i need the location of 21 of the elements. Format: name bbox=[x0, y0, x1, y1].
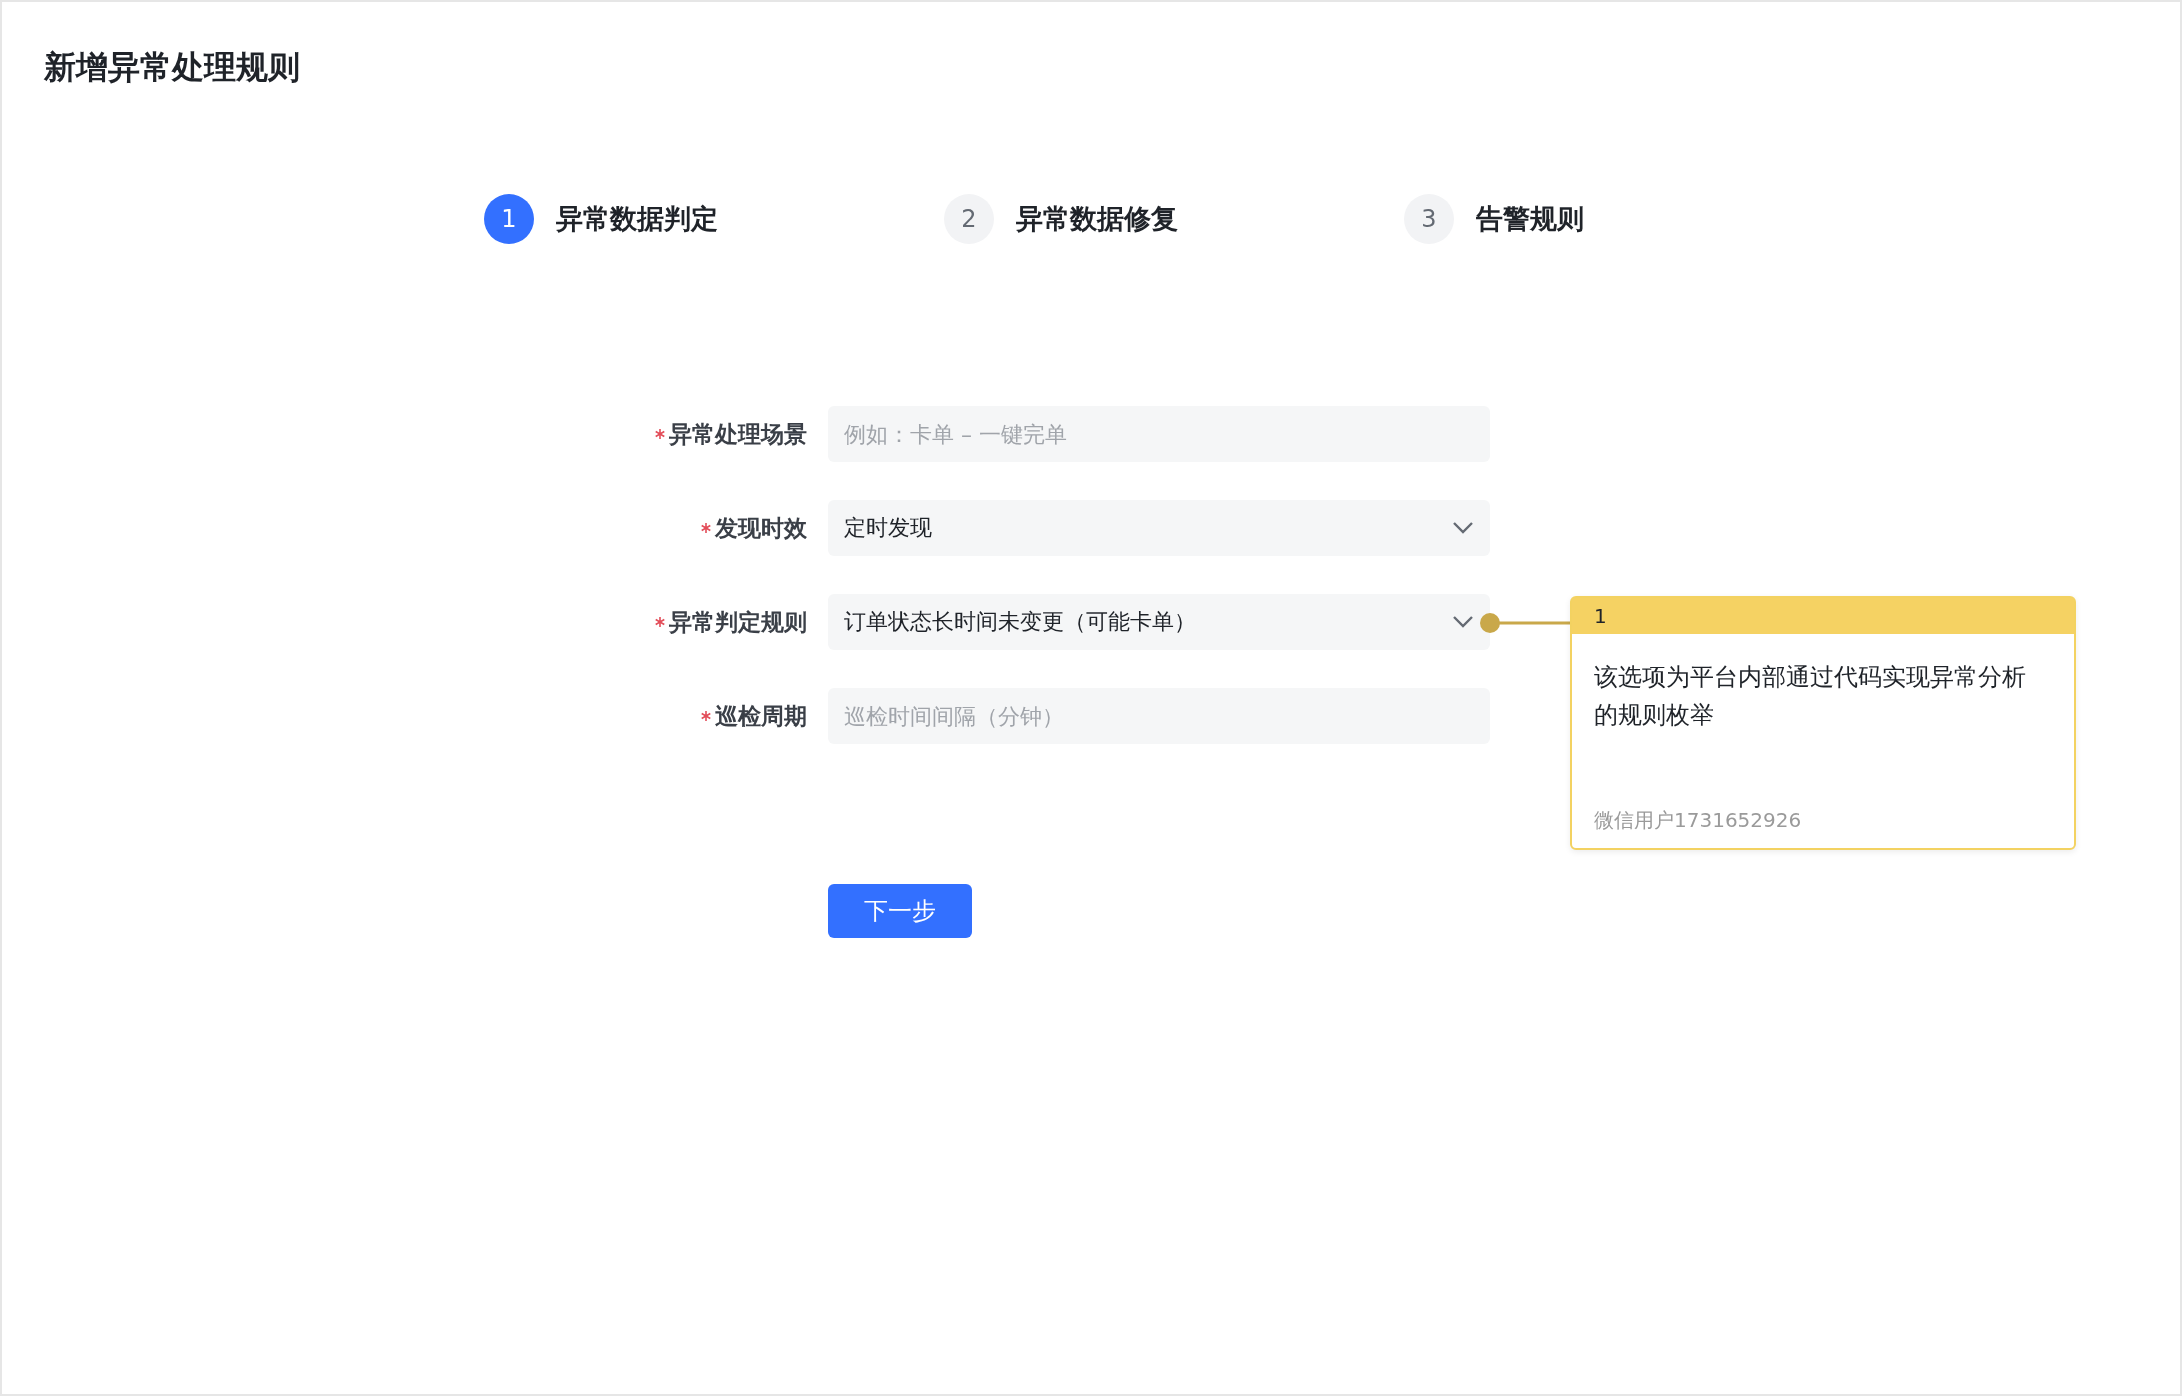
comment-text: 该选项为平台内部通过代码实现异常分析的规则枚举 bbox=[1594, 662, 2027, 731]
select-field[interactable]: 定时发现 bbox=[828, 500, 1490, 556]
text-field[interactable]: 巡检时间间隔（分钟） bbox=[828, 688, 1490, 744]
field-label: 巡检周期 bbox=[715, 701, 807, 731]
select-field[interactable]: 订单状态长时间未变更（可能卡单） bbox=[828, 594, 1490, 650]
comment-author: 微信用户1731652926 bbox=[1594, 807, 1803, 834]
chevron-down-icon bbox=[1452, 615, 1474, 629]
next-button[interactable]: 下一步 bbox=[828, 884, 972, 938]
step-label[interactable]: 告警规则 bbox=[1476, 201, 1584, 237]
step-number[interactable]: 1 bbox=[484, 194, 534, 244]
step-number[interactable]: 2 bbox=[944, 194, 994, 244]
page-title: 新增异常处理规则 bbox=[44, 47, 300, 88]
step-number[interactable]: 3 bbox=[1404, 194, 1454, 244]
text-field[interactable]: 例如：卡单 – 一键完单 bbox=[828, 406, 1490, 462]
chevron-down-icon bbox=[1452, 521, 1474, 535]
field-label: 异常处理场景 bbox=[669, 419, 807, 449]
field-label: 异常判定规则 bbox=[669, 607, 807, 637]
comment-number: 1 bbox=[1594, 604, 1607, 628]
field-label: 发现时效 bbox=[715, 513, 807, 543]
step-label[interactable]: 异常数据修复 bbox=[1016, 201, 1178, 237]
step-label[interactable]: 异常数据判定 bbox=[556, 201, 718, 237]
